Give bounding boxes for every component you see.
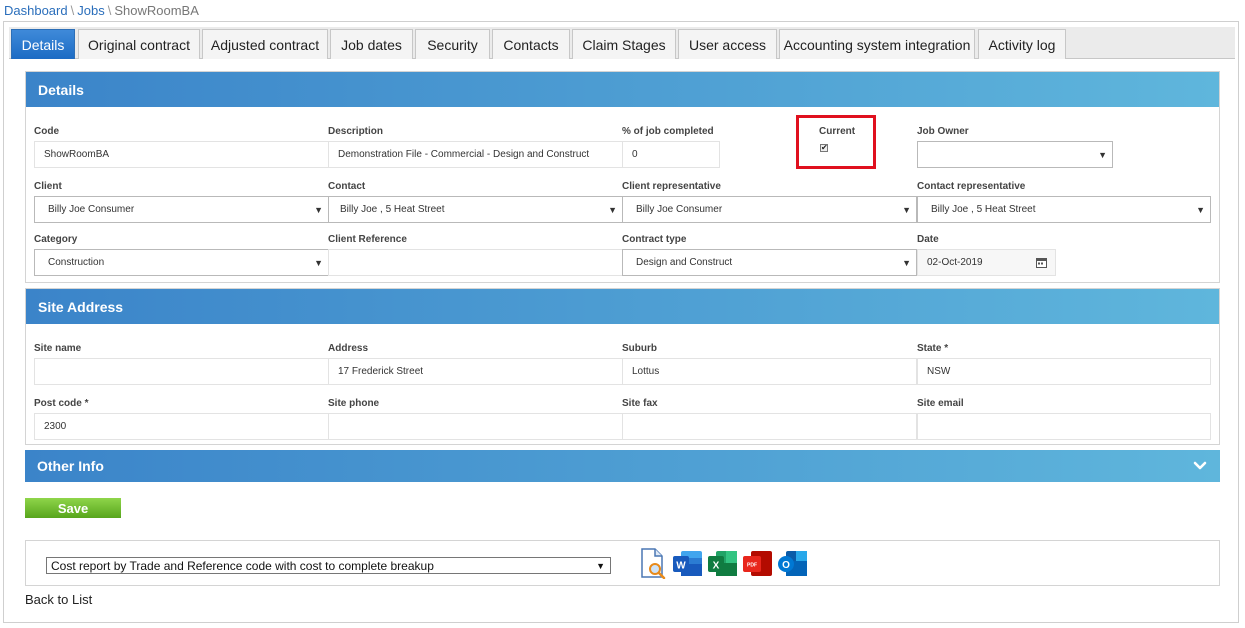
category-select[interactable]: Construction ▼: [34, 249, 329, 276]
date-field[interactable]: 02-Oct-2019: [917, 249, 1056, 276]
report-toolbar: Cost report by Trade and Reference code …: [25, 540, 1220, 586]
client-rep-select[interactable]: Billy Joe Consumer ▼: [622, 196, 917, 223]
site-fax-field[interactable]: [622, 413, 917, 440]
client-reference-field[interactable]: [328, 249, 623, 276]
outlook-icon-letter: O: [782, 560, 790, 571]
client-value: Billy Joe Consumer: [48, 204, 135, 215]
pdf-icon[interactable]: PDF: [742, 548, 773, 579]
contact-rep-select[interactable]: Billy Joe , 5 Heat Street ▼: [917, 196, 1211, 223]
pct-complete-field[interactable]: 0: [622, 141, 720, 168]
site-fax-label: Site fax: [622, 398, 658, 409]
tab-bar: Details Original contract Adjusted contr…: [9, 27, 1235, 59]
contract-type-select[interactable]: Design and Construct ▼: [622, 249, 917, 276]
tab-activity-log[interactable]: Activity log: [978, 29, 1066, 59]
tab-original-contract[interactable]: Original contract: [78, 29, 200, 59]
site-email-field[interactable]: [917, 413, 1211, 440]
excel-icon[interactable]: X: [707, 548, 738, 579]
other-info-panel[interactable]: Other Info: [25, 450, 1220, 482]
breadcrumb-current: ShowRoomBA: [114, 3, 199, 18]
pdf-icon-letter: PDF: [747, 563, 757, 569]
tab-adjusted-contract[interactable]: Adjusted contract: [202, 29, 328, 59]
site-email-label: Site email: [917, 398, 964, 409]
code-field[interactable]: ShowRoomBA: [34, 141, 329, 168]
date-label: Date: [917, 234, 939, 245]
breadcrumb-separator: \: [70, 3, 75, 18]
details-panel: Details Code ShowRoomBA Description Demo…: [25, 71, 1220, 283]
dropdown-arrow-icon: ▼: [1196, 205, 1205, 215]
suburb-label: Suburb: [622, 343, 657, 354]
site-phone-field[interactable]: [328, 413, 623, 440]
client-rep-value: Billy Joe Consumer: [636, 204, 723, 215]
site-name-field[interactable]: [34, 358, 329, 385]
breadcrumb-separator: \: [107, 3, 112, 18]
report-select-value: Cost report by Trade and Reference code …: [51, 558, 434, 573]
breadcrumb-dashboard[interactable]: Dashboard: [4, 3, 68, 18]
excel-icon-letter: X: [713, 561, 720, 572]
tab-contacts[interactable]: Contacts: [492, 29, 570, 59]
report-select[interactable]: Cost report by Trade and Reference code …: [46, 557, 611, 574]
tab-claim-stages[interactable]: Claim Stages: [572, 29, 676, 59]
date-value: 02-Oct-2019: [927, 257, 983, 268]
calendar-icon[interactable]: [1036, 257, 1047, 268]
job-owner-select[interactable]: ▼: [917, 141, 1113, 168]
contract-type-value: Design and Construct: [636, 257, 733, 268]
breadcrumb-jobs[interactable]: Jobs: [77, 3, 104, 18]
dropdown-arrow-icon: ▼: [1098, 150, 1107, 160]
dropdown-arrow-icon: ▼: [902, 258, 911, 268]
client-label: Client: [34, 181, 62, 192]
state-label: State *: [917, 343, 949, 354]
client-reference-label: Client Reference: [328, 234, 407, 245]
pct-complete-label: % of job completed: [622, 126, 714, 137]
dropdown-arrow-icon: ▼: [314, 258, 323, 268]
highlight-box: [796, 115, 876, 169]
site-address-panel: Site Address Site name Address 17 Freder…: [25, 288, 1220, 445]
chevron-down-icon[interactable]: [1192, 458, 1208, 474]
contract-type-label: Contract type: [622, 234, 687, 245]
contact-label: Contact: [328, 181, 366, 192]
dropdown-arrow-icon: ▼: [608, 205, 617, 215]
tab-details[interactable]: Details: [11, 29, 75, 59]
description-field[interactable]: Demonstration File - Commercial - Design…: [328, 141, 623, 168]
word-icon[interactable]: W: [672, 548, 703, 579]
suburb-field[interactable]: Lottus: [622, 358, 917, 385]
site-name-label: Site name: [34, 343, 82, 354]
dropdown-arrow-icon: ▼: [902, 205, 911, 215]
tab-user-access[interactable]: User access: [678, 29, 777, 59]
job-container: Details Original contract Adjusted contr…: [3, 21, 1239, 623]
preview-icon[interactable]: [637, 548, 668, 579]
save-button[interactable]: Save: [25, 498, 121, 518]
client-select[interactable]: Billy Joe Consumer ▼: [34, 196, 329, 223]
postcode-field[interactable]: 2300: [34, 413, 329, 440]
other-info-header[interactable]: Other Info: [25, 450, 1220, 482]
details-panel-header: Details: [26, 72, 1219, 107]
other-info-title: Other Info: [37, 458, 104, 474]
tab-accounting-integration[interactable]: Accounting system integration: [779, 29, 975, 59]
contact-rep-value: Billy Joe , 5 Heat Street: [931, 204, 1036, 215]
description-label: Description: [328, 126, 384, 137]
dropdown-arrow-icon: ▼: [596, 561, 605, 571]
contact-value: Billy Joe , 5 Heat Street: [340, 204, 445, 215]
word-icon-letter: W: [676, 561, 686, 572]
site-address-header: Site Address: [26, 289, 1219, 324]
category-label: Category: [34, 234, 78, 245]
contact-select[interactable]: Billy Joe , 5 Heat Street ▼: [328, 196, 623, 223]
client-rep-label: Client representative: [622, 181, 721, 192]
dropdown-arrow-icon: ▼: [314, 205, 323, 215]
address-label: Address: [328, 343, 369, 354]
job-owner-label: Job Owner: [917, 126, 969, 137]
state-field[interactable]: NSW: [917, 358, 1211, 385]
site-phone-label: Site phone: [328, 398, 380, 409]
address-field[interactable]: 17 Frederick Street: [328, 358, 623, 385]
back-to-list-link[interactable]: Back to List: [25, 592, 92, 607]
breadcrumb: Dashboard \ Jobs \ ShowRoomBA: [4, 3, 199, 18]
postcode-label: Post code *: [34, 398, 89, 409]
outlook-icon[interactable]: O: [777, 548, 808, 579]
code-label: Code: [34, 126, 59, 137]
category-value: Construction: [48, 257, 105, 268]
tab-job-dates[interactable]: Job dates: [330, 29, 413, 59]
contact-rep-label: Contact representative: [917, 181, 1026, 192]
tab-security[interactable]: Security: [415, 29, 490, 59]
